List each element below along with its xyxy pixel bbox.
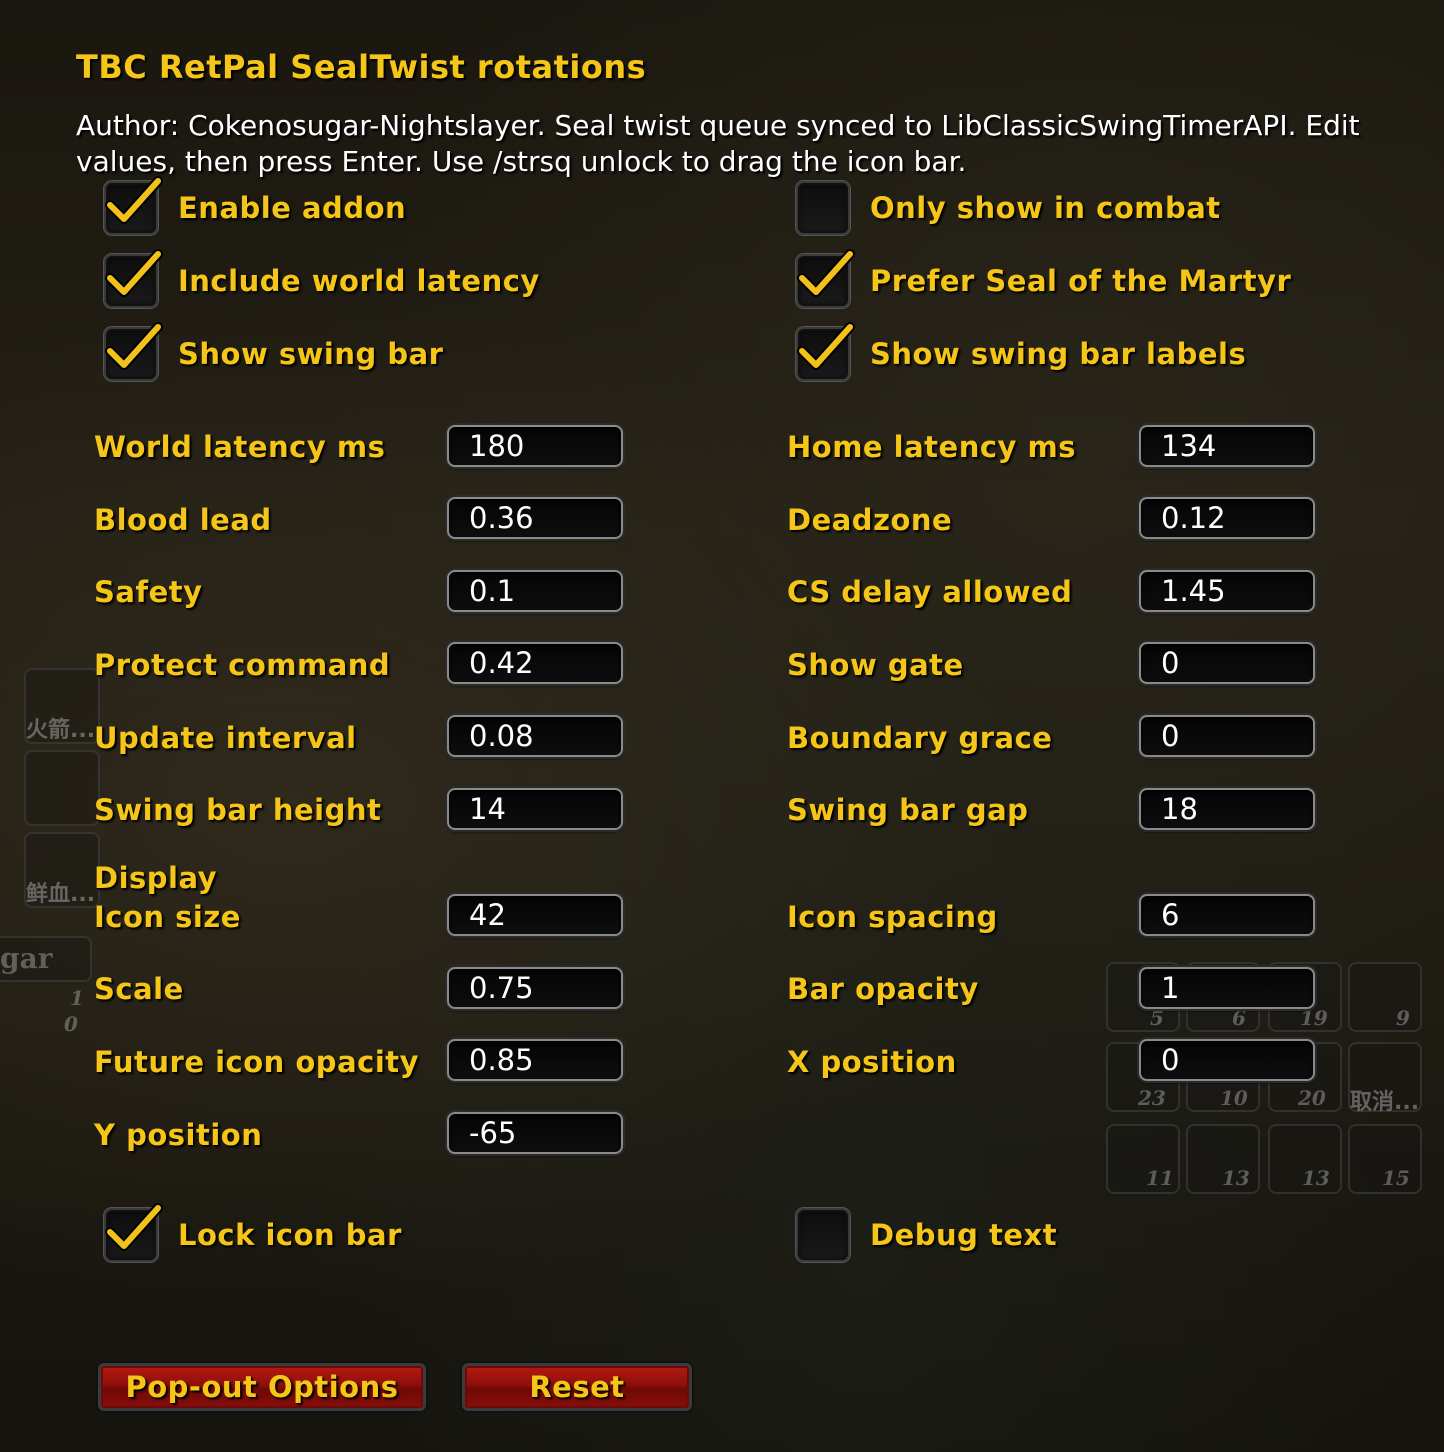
checkbox-enable-addon[interactable]: Enable addon bbox=[104, 176, 407, 236]
background-action-slot bbox=[24, 750, 100, 826]
background-slot-number: 10 bbox=[1220, 1086, 1248, 1110]
background-slot-number: 9 bbox=[1396, 1006, 1410, 1030]
checkbox-include-world-latency[interactable]: Include world latency bbox=[104, 249, 540, 309]
swing-bar-gap-input[interactable] bbox=[1139, 788, 1315, 830]
panel-title: TBC RetPal SealTwist rotations bbox=[76, 48, 647, 86]
field-label-blood-lead: Blood lead bbox=[94, 503, 272, 537]
checkbox-prefer-seal-of-the-martyr[interactable]: Prefer Seal of the Martyr bbox=[796, 249, 1292, 309]
field-label-cs-delay-allowed: CS delay allowed bbox=[787, 575, 1073, 609]
background-slot-number: 20 bbox=[1298, 1086, 1326, 1110]
background-spell-label: 火箭... bbox=[26, 718, 96, 743]
protect-command-input[interactable] bbox=[447, 642, 623, 684]
reset-button[interactable]: Reset bbox=[462, 1363, 692, 1411]
scale-input[interactable] bbox=[447, 967, 623, 1009]
checkmark-icon bbox=[797, 249, 855, 297]
checkmark-icon bbox=[105, 322, 163, 370]
boundary-grace-input[interactable] bbox=[1139, 715, 1315, 757]
field-label-swing-bar-height: Swing bar height bbox=[94, 793, 382, 827]
checkbox-label: Debug text bbox=[870, 1218, 1058, 1252]
background-slot-number: 6 bbox=[1232, 1006, 1246, 1030]
checkbox-label: Enable addon bbox=[178, 191, 407, 225]
field-label-swing-bar-gap: Swing bar gap bbox=[787, 793, 1029, 827]
background-slot-number: 0 bbox=[64, 1012, 78, 1036]
checkbox-label: Show swing bar bbox=[178, 337, 444, 371]
field-label-world-latency: World latency ms bbox=[94, 430, 386, 464]
checkbox-only-show-in-combat[interactable]: Only show in combat bbox=[796, 180, 1221, 236]
display-section-heading: Display bbox=[94, 861, 218, 895]
field-label-scale: Scale bbox=[94, 972, 184, 1006]
background-spell-label: 取消... bbox=[1350, 1090, 1420, 1115]
field-label-show-gate: Show gate bbox=[787, 648, 964, 682]
background-slot-number: 15 bbox=[1382, 1166, 1410, 1190]
checkbox-lock-icon-bar[interactable]: Lock icon bar bbox=[104, 1203, 402, 1263]
checkbox-label: Prefer Seal of the Martyr bbox=[870, 264, 1292, 298]
checkbox-label: Lock icon bar bbox=[178, 1218, 402, 1252]
field-label-icon-size: Icon size bbox=[94, 900, 241, 934]
checkbox-box[interactable] bbox=[104, 322, 163, 381]
field-label-x-position: X position bbox=[787, 1045, 957, 1079]
icon-spacing-input[interactable] bbox=[1139, 894, 1315, 936]
world-latency-input[interactable] bbox=[447, 425, 623, 467]
field-label-boundary-grace: Boundary grace bbox=[787, 721, 1053, 755]
y-position-input[interactable] bbox=[447, 1112, 623, 1154]
swing-bar-height-input[interactable] bbox=[447, 788, 623, 830]
future-icon-opacity-input[interactable] bbox=[447, 1039, 623, 1081]
field-label-icon-spacing: Icon spacing bbox=[787, 900, 998, 934]
field-label-protect-command: Protect command bbox=[94, 648, 391, 682]
field-label-y-position: Y position bbox=[94, 1118, 263, 1152]
checkmark-icon bbox=[105, 176, 163, 224]
background-slot-number: 11 bbox=[1146, 1166, 1174, 1190]
field-label-bar-opacity: Bar opacity bbox=[787, 972, 979, 1006]
field-label-home-latency: Home latency ms bbox=[787, 430, 1077, 464]
checkbox-label: Only show in combat bbox=[870, 191, 1221, 225]
deadzone-input[interactable] bbox=[1139, 497, 1315, 539]
background-slot-number: 19 bbox=[1300, 1006, 1328, 1030]
safety-input[interactable] bbox=[447, 570, 623, 612]
field-label-safety: Safety bbox=[94, 575, 203, 609]
blood-lead-input[interactable] bbox=[447, 497, 623, 539]
x-position-input[interactable] bbox=[1139, 1039, 1315, 1081]
checkbox-show-swing-bar-labels[interactable]: Show swing bar labels bbox=[796, 322, 1247, 382]
background-slot-number: 13 bbox=[1222, 1166, 1250, 1190]
checkbox-label: Show swing bar labels bbox=[870, 337, 1247, 371]
checkbox-box[interactable] bbox=[796, 322, 855, 381]
bar-opacity-input[interactable] bbox=[1139, 967, 1315, 1009]
checkbox-box[interactable] bbox=[796, 1208, 850, 1262]
checkmark-icon bbox=[105, 1203, 163, 1251]
field-label-update-interval: Update interval bbox=[94, 721, 357, 755]
checkbox-box[interactable] bbox=[796, 181, 850, 235]
checkbox-label: Include world latency bbox=[178, 264, 540, 298]
update-interval-input[interactable] bbox=[447, 715, 623, 757]
home-latency-input[interactable] bbox=[1139, 425, 1315, 467]
background-nameplate-text: gar bbox=[0, 942, 53, 975]
checkmark-icon bbox=[797, 322, 855, 370]
background-slot-number: 23 bbox=[1138, 1086, 1166, 1110]
checkbox-box[interactable] bbox=[104, 176, 163, 235]
checkbox-box[interactable] bbox=[104, 1203, 163, 1262]
background-spell-label: 鲜血... bbox=[26, 882, 96, 907]
panel-description: Author: Cokenosugar-Nightslayer. Seal tw… bbox=[76, 109, 1360, 178]
icon-size-input[interactable] bbox=[447, 894, 623, 936]
checkmark-icon bbox=[105, 249, 163, 297]
checkbox-box[interactable] bbox=[104, 249, 163, 308]
background-slot-number: 5 bbox=[1150, 1006, 1164, 1030]
cs-delay-allowed-input[interactable] bbox=[1139, 570, 1315, 612]
checkbox-debug-text[interactable]: Debug text bbox=[796, 1207, 1057, 1263]
field-label-future-icon-opacity: Future icon opacity bbox=[94, 1045, 420, 1079]
field-label-deadzone: Deadzone bbox=[787, 503, 953, 537]
checkbox-box[interactable] bbox=[796, 249, 855, 308]
checkbox-show-swing-bar[interactable]: Show swing bar bbox=[104, 322, 444, 382]
show-gate-input[interactable] bbox=[1139, 642, 1315, 684]
background-slot-number: 1 bbox=[70, 986, 84, 1010]
popout-options-button[interactable]: Pop-out Options bbox=[98, 1363, 426, 1411]
background-action-slot bbox=[1348, 962, 1422, 1032]
background-slot-number: 13 bbox=[1302, 1166, 1330, 1190]
